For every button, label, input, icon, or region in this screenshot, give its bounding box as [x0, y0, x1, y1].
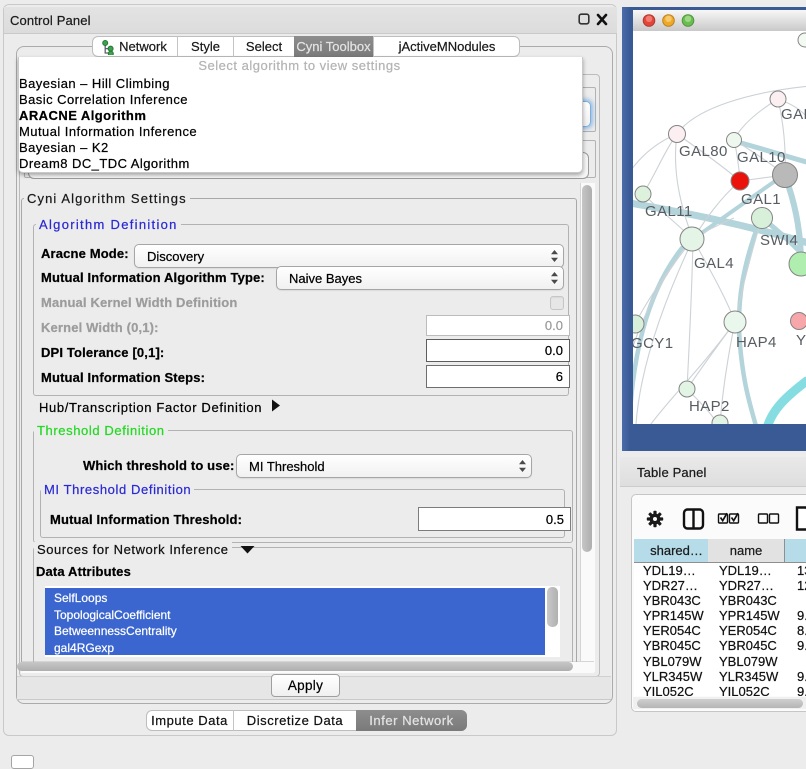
svg-text:HAP4: HAP4: [736, 334, 777, 351]
svg-text:GAL1: GAL1: [741, 191, 781, 208]
svg-text:GCY1: GCY1: [633, 335, 673, 352]
svg-text:GAL10: GAL10: [737, 149, 786, 166]
svg-text:GAL4: GAL4: [694, 255, 734, 272]
svg-text:GAL80: GAL80: [679, 143, 728, 160]
svg-text:GAL11: GAL11: [645, 203, 693, 220]
svg-text:HAP2: HAP2: [689, 398, 730, 415]
svg-text:GAL7: GAL7: [781, 106, 806, 123]
svg-text:SWI4: SWI4: [760, 232, 798, 249]
svg-text:Y: Y: [796, 332, 806, 349]
